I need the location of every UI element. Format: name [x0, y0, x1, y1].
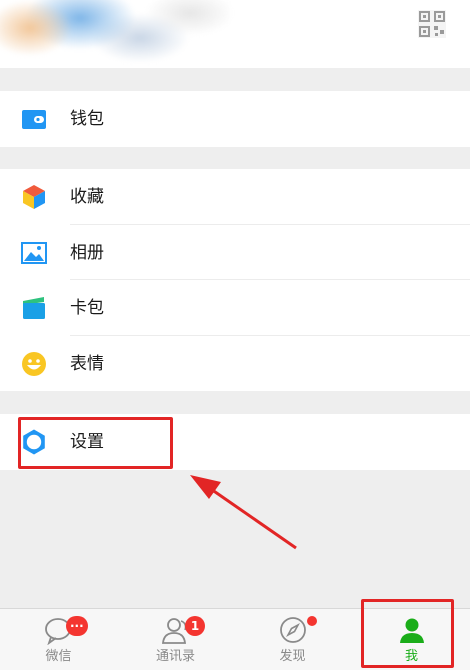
profile-header[interactable] — [0, 0, 470, 68]
menu-item-stickers[interactable]: 表情 — [0, 336, 470, 392]
tab-chats[interactable]: ··· 微信 — [0, 609, 117, 670]
card-wallet-icon — [23, 297, 45, 319]
unread-badge: 1 — [185, 616, 205, 636]
tab-label: 发现 — [279, 649, 306, 664]
tab-contacts[interactable]: 1 通讯录 — [117, 609, 234, 670]
menu-item-label: 收藏 — [70, 187, 104, 207]
profile-avatar-blurred[interactable] — [0, 0, 230, 68]
menu-item-cards[interactable]: 卡包 — [0, 280, 470, 336]
menu-item-label: 卡包 — [70, 298, 104, 318]
menu-item-wallet[interactable]: 钱包 — [0, 91, 470, 147]
compass-icon — [279, 617, 306, 643]
menu-item-label: 表情 — [70, 353, 104, 374]
qr-code-icon[interactable] — [416, 8, 448, 40]
features-section: 收藏 相册 卡包 表情 — [0, 169, 470, 391]
annotation-highlight-settings — [18, 417, 173, 469]
wallet-icon — [22, 110, 46, 129]
favorites-cube-icon — [23, 185, 45, 209]
menu-item-favorites[interactable]: 收藏 — [0, 169, 470, 225]
tab-label: 微信 — [45, 649, 72, 664]
annotation-highlight-me-tab — [361, 599, 454, 668]
smiley-icon — [22, 351, 46, 376]
new-content-dot — [307, 616, 317, 626]
album-icon — [21, 241, 47, 264]
tab-label: 通讯录 — [155, 649, 195, 664]
menu-item-label: 相册 — [70, 242, 104, 263]
tab-discover[interactable]: 发现 — [234, 609, 351, 670]
menu-item-label: 钱包 — [70, 109, 104, 129]
unread-badge: ··· — [66, 616, 88, 636]
menu-item-album[interactable]: 相册 — [0, 225, 470, 280]
annotation-arrow-icon — [190, 475, 297, 550]
wallet-section: 钱包 — [0, 91, 470, 147]
